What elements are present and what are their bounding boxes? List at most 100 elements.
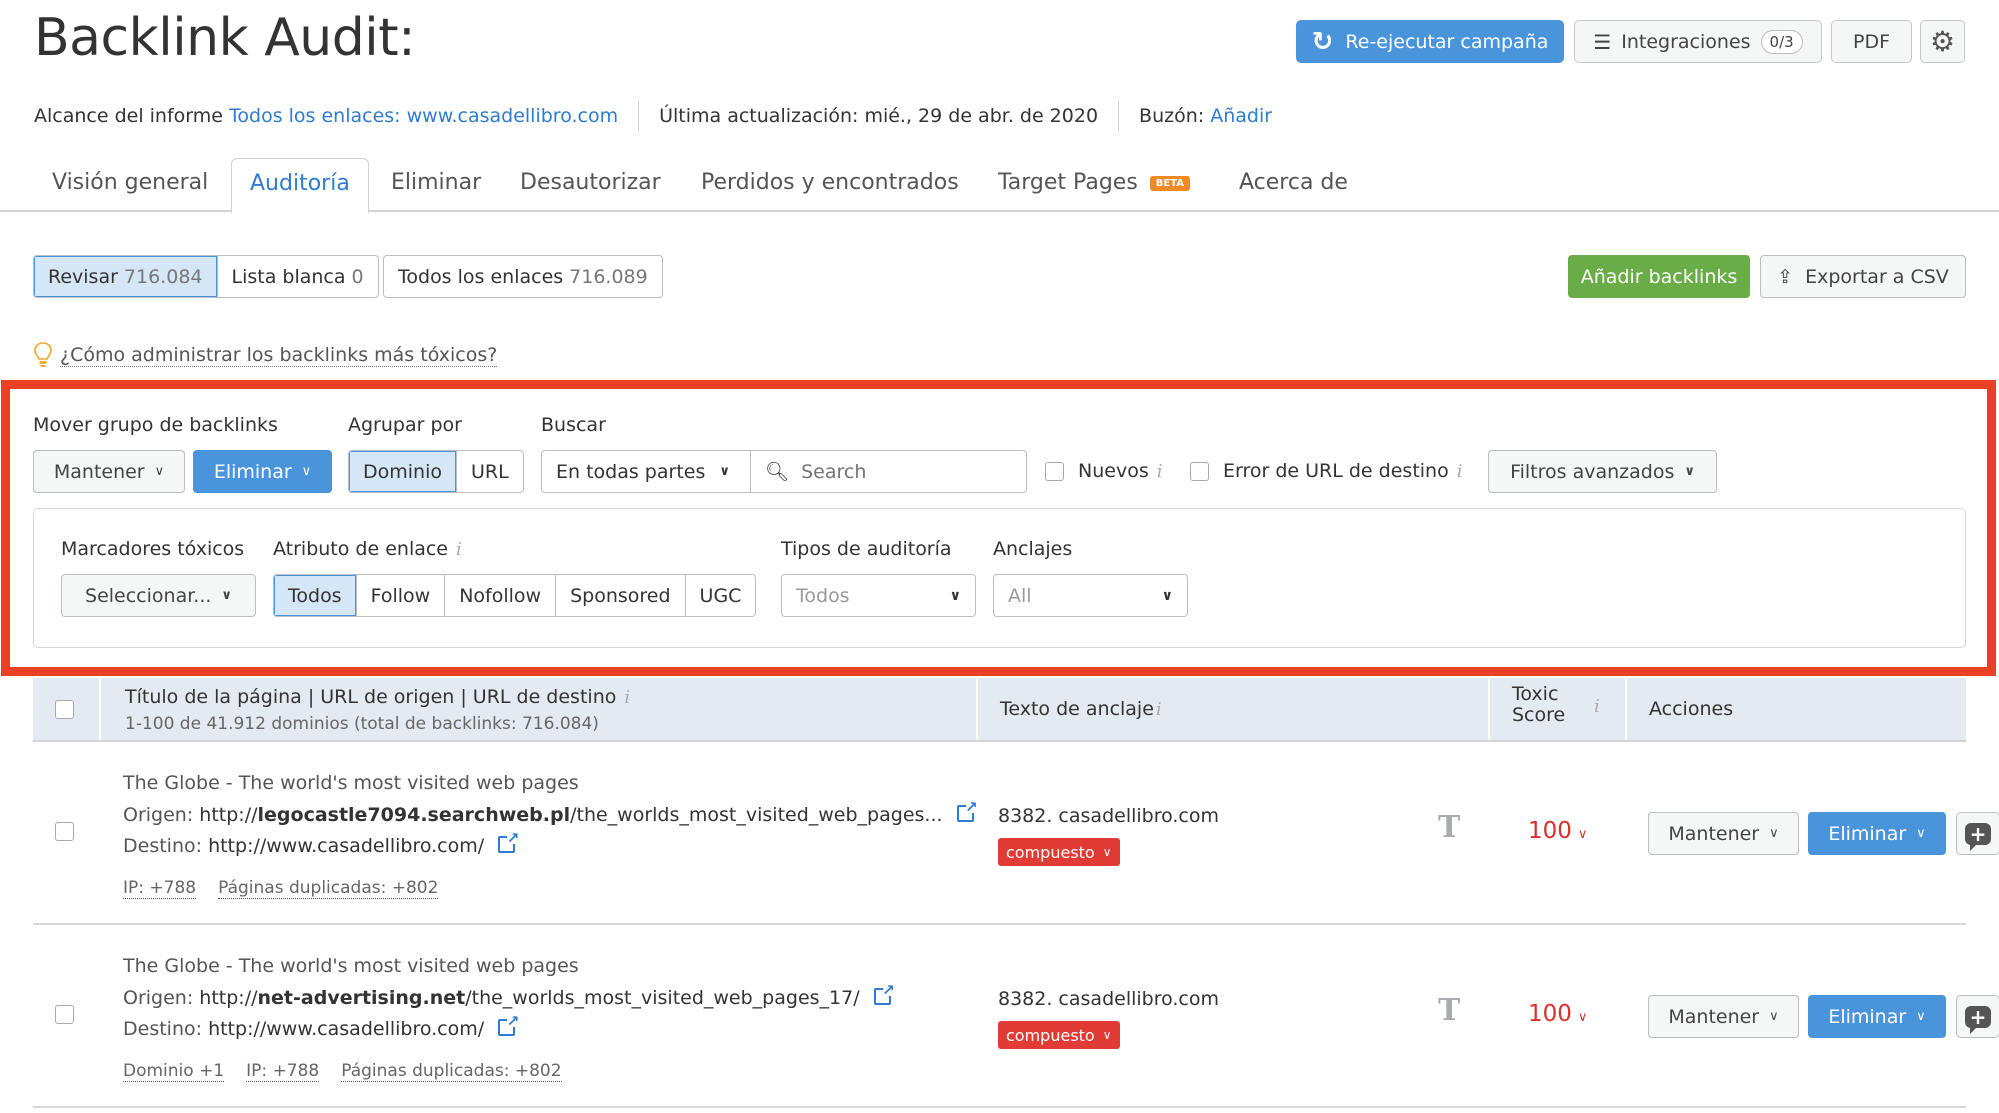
target-error-filter[interactable]: Error de URL de destino i [1190, 460, 1462, 482]
search-input[interactable] [801, 460, 1002, 483]
search-box[interactable]: 🔍︎ [750, 450, 1027, 493]
keep-dropdown[interactable]: Mantener ∨ [1648, 812, 1799, 855]
chevron-down-icon: ∨ [1577, 1010, 1588, 1025]
row-checkbox[interactable] [55, 1005, 74, 1024]
toxic-markers-dropdown[interactable]: Seleccionar... ∨ [61, 574, 256, 617]
info-icon: i [456, 539, 462, 560]
mailbox-add-link[interactable]: Añadir [1210, 105, 1272, 127]
attr-follow[interactable]: Follow [357, 575, 446, 616]
export-csv-button[interactable]: ⇪ Exportar a CSV [1760, 255, 1966, 298]
target-link[interactable]: http://www.casadellibro.com/ [208, 835, 484, 857]
tab-target-pages[interactable]: Target Pages BETA [998, 170, 1191, 195]
report-meta: Alcance del informe Todos los enlaces: w… [34, 101, 1272, 131]
tab-about[interactable]: Acerca de [1239, 170, 1348, 195]
col-actions: Acciones [1625, 678, 1966, 740]
rerun-campaign-button[interactable]: ↻ Re-ejecutar campaña [1296, 20, 1564, 63]
external-link-icon[interactable] [873, 981, 895, 1005]
anchor-type-tag[interactable]: compuesto ∨ [998, 1021, 1120, 1049]
page-title-text: The Globe - The world's most visited web… [123, 772, 579, 794]
source-url: Origen: http://net-advertising.net/the_w… [123, 981, 895, 1009]
new-filter[interactable]: Nuevos i [1045, 460, 1162, 482]
attr-ugc[interactable]: UGC [686, 575, 756, 616]
tab-disavow[interactable]: Desautorizar [520, 170, 661, 195]
col-toxic-score[interactable]: Toxic Score i [1488, 678, 1625, 740]
view-whitelist[interactable]: Lista blanca 0 [218, 256, 378, 297]
move-keep-dropdown[interactable]: Mantener ∨ [33, 450, 185, 493]
tab-lost-found[interactable]: Perdidos y encontrados [701, 170, 959, 195]
divider [638, 101, 640, 131]
anchors-dropdown[interactable]: All ∨ [993, 574, 1188, 617]
pdf-button[interactable]: PDF [1831, 20, 1912, 63]
source-link[interactable]: http://legocastle7094.searchweb.pl/the_w… [199, 804, 942, 826]
toxic-markers-label: Marcadores tóxicos [61, 538, 245, 560]
integrations-count: 0/3 [1760, 29, 1803, 54]
comment-plus-icon: + [1965, 1005, 1991, 1034]
duplicate-pages-tag[interactable]: Páginas duplicadas: +802 [218, 878, 439, 899]
col-title[interactable]: Título de la página | URL de origen | UR… [99, 678, 1009, 740]
external-link-icon[interactable] [956, 798, 978, 822]
search-scope-dropdown[interactable]: En todas partes ∨ [541, 450, 751, 493]
target-url: Destino: http://www.casadellibro.com/ [123, 829, 519, 857]
attr-all[interactable]: Todos [274, 575, 357, 616]
toxic-score[interactable]: 100 ∨ [1528, 1001, 1587, 1027]
group-by-toggle: Dominio URL [348, 450, 524, 493]
integrations-button[interactable]: ☰ Integraciones 0/3 [1574, 20, 1822, 63]
group-domain[interactable]: Dominio [349, 451, 457, 492]
table-row: The Globe - The world's most visited web… [33, 925, 1999, 1108]
advanced-filters-button[interactable]: Filtros avanzados ∨ [1488, 450, 1717, 493]
refresh-icon: ↻ [1311, 26, 1334, 57]
text-link-icon: T [1438, 810, 1461, 845]
chevron-down-icon: ∨ [1102, 1028, 1112, 1042]
remove-dropdown[interactable]: Eliminar ∨ [1808, 995, 1946, 1038]
target-link[interactable]: http://www.casadellibro.com/ [208, 1018, 484, 1040]
external-link-icon[interactable] [498, 1012, 519, 1036]
add-comment-button[interactable]: + [1956, 812, 1999, 855]
settings-button[interactable]: ⚙ [1920, 20, 1965, 63]
anchor-type-tag[interactable]: compuesto ∨ [998, 838, 1120, 866]
audit-types-dropdown[interactable]: Todos ∨ [781, 574, 976, 617]
ip-tag[interactable]: IP: +788 [123, 878, 197, 899]
info-icon: i [1155, 699, 1162, 720]
search-label: Buscar [541, 414, 606, 436]
scope-link[interactable]: Todos los enlaces: www.casadellibro.com [229, 105, 618, 127]
add-backlinks-button[interactable]: Añadir backlinks [1568, 255, 1750, 298]
duplicate-pages-tag[interactable]: Páginas duplicadas: +802 [341, 1061, 562, 1082]
row-checkbox[interactable] [55, 822, 74, 841]
group-by-label: Agrupar por [348, 414, 462, 436]
attr-nofollow[interactable]: Nofollow [445, 575, 557, 616]
link-attr-label: Atributo de enlace i [273, 538, 462, 560]
domain-tag[interactable]: Dominio +1 [123, 1061, 225, 1082]
attr-sponsored[interactable]: Sponsored [556, 575, 686, 616]
col-anchor[interactable]: Texto de anclaje i [976, 678, 1488, 740]
keep-dropdown[interactable]: Mantener ∨ [1648, 995, 1799, 1038]
page-title: Backlink Audit: [34, 8, 416, 68]
help-tip[interactable]: ¿Cómo administrar los backlinks más tóxi… [34, 342, 498, 368]
move-group-label: Mover grupo de backlinks [33, 414, 278, 436]
view-review[interactable]: Revisar 716.084 [34, 256, 218, 297]
ip-tag[interactable]: IP: +788 [246, 1061, 320, 1082]
target-error-checkbox[interactable] [1190, 461, 1209, 481]
chevron-down-icon: ∨ [1916, 1009, 1926, 1024]
source-url: Origen: http://legocastle7094.searchweb.… [123, 798, 978, 826]
chevron-down-icon: ∨ [1769, 1009, 1779, 1024]
view-all-links[interactable]: Todos los enlaces 716.089 [383, 255, 663, 298]
tab-bar: Visión general Auditoría Eliminar Desaut… [0, 158, 1999, 214]
chevron-down-icon: ∨ [221, 588, 232, 603]
new-checkbox[interactable] [1045, 461, 1064, 481]
page-title-text: The Globe - The world's most visited web… [123, 955, 579, 977]
group-url[interactable]: URL [457, 451, 523, 492]
tab-overview[interactable]: Visión general [52, 170, 208, 195]
select-all-checkbox[interactable] [55, 700, 74, 719]
external-link-icon[interactable] [498, 829, 519, 853]
beta-badge: BETA [1149, 175, 1191, 191]
remove-dropdown[interactable]: Eliminar ∨ [1808, 812, 1946, 855]
tab-remove[interactable]: Eliminar [391, 170, 481, 195]
add-comment-button[interactable]: + [1956, 995, 1999, 1038]
chevron-down-icon: ∨ [1577, 827, 1588, 842]
upload-icon: ⇪ [1777, 265, 1794, 288]
tab-audit[interactable]: Auditoría [231, 158, 369, 214]
lightbulb-icon [34, 342, 52, 367]
toxic-score[interactable]: 100 ∨ [1528, 818, 1587, 844]
move-remove-dropdown[interactable]: Eliminar ∨ [193, 450, 332, 493]
source-link[interactable]: http://net-advertising.net/the_worlds_mo… [199, 987, 859, 1009]
